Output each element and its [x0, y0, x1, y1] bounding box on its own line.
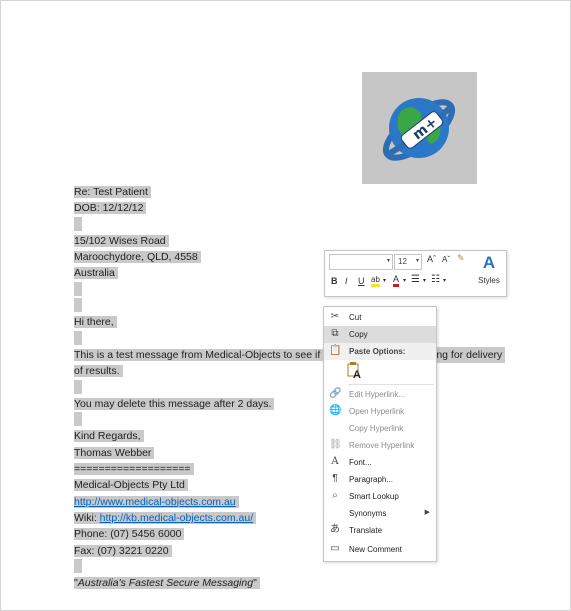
- menu-item-paragraph[interactable]: ¶ Paragraph...: [324, 471, 436, 488]
- chevron-down-icon[interactable]: ▾: [423, 277, 426, 284]
- menu-item-synonyms[interactable]: Synonyms ▶: [324, 505, 436, 522]
- styles-icon: A: [482, 253, 496, 272]
- doc-blank-line: [74, 298, 514, 314]
- doc-line: You may delete this message after 2 days…: [74, 396, 514, 412]
- doc-line: Re: Test Patient: [74, 184, 514, 200]
- menu-item-copy-hyperlink[interactable]: Copy Hyperlink: [324, 420, 436, 437]
- chevron-down-icon[interactable]: ▾: [443, 277, 446, 284]
- doc-blank-line: [74, 558, 514, 575]
- highlight-button[interactable]: ab: [371, 275, 380, 287]
- paste-icon: 📋: [329, 345, 342, 356]
- doc-line: "Australia's Fastest Secure Messaging": [74, 575, 514, 591]
- document-body[interactable]: Re: Test Patient DOB: 12/12/12 15/102 Wi…: [74, 184, 514, 591]
- doc-blank-line: [74, 330, 514, 347]
- paste-keep-text-only-button[interactable]: A: [346, 361, 363, 381]
- tagline: Australia's Fastest Secure Messaging: [77, 577, 254, 590]
- styles-button[interactable]: A Styles: [475, 253, 503, 293]
- underline-button[interactable]: U: [358, 276, 365, 286]
- doc-line: Fax: (07) 3221 0220: [74, 543, 514, 559]
- doc-blank-line: [74, 379, 514, 396]
- numbering-icon[interactable]: ☷: [431, 274, 440, 285]
- doc-line: Kind Regards,: [74, 428, 514, 444]
- font-color-button[interactable]: A: [393, 274, 400, 287]
- doc-blank-line: [74, 216, 514, 233]
- doc-line: Thomas Webber: [74, 445, 514, 461]
- menu-header-paste-options: 📋 Paste Options:: [324, 343, 436, 360]
- chevron-down-icon: ▾: [386, 258, 390, 264]
- doc-line: Wiki: http://kb.medical-objects.com.au/: [74, 510, 514, 526]
- copy-icon: ⧉: [331, 328, 339, 339]
- menu-item-smart-lookup[interactable]: ⌕ Smart Lookup: [324, 488, 436, 505]
- doc-line: Medical-Objects Pty Ltd: [74, 477, 514, 493]
- doc-line: Hi there,: [74, 314, 514, 330]
- doc-line: Phone: (07) 5456 6000: [74, 526, 514, 542]
- open-hyperlink-icon: 🌐: [329, 405, 342, 416]
- menu-item-copy[interactable]: ⧉ Copy: [324, 326, 436, 343]
- menu-item-cut[interactable]: ✂ Cut: [324, 309, 436, 326]
- font-size-box[interactable]: 12 ▾: [394, 254, 422, 270]
- chevron-down-icon: ▾: [415, 258, 419, 264]
- menu-item-open-hyperlink[interactable]: 🌐 Open Hyperlink: [324, 403, 436, 420]
- paragraph-icon: ¶: [332, 473, 338, 484]
- menu-item-font[interactable]: A Font...: [324, 454, 436, 471]
- translate-icon: あ: [330, 524, 340, 535]
- mini-toolbar: ▾ 12 ▾ Aˆ Aˇ ✎ B I U ab ▾ A ▾ ☰ ▾ ☷ ▾ A …: [324, 250, 507, 297]
- medical-objects-logo: m +: [362, 72, 477, 184]
- context-menu: ✂ Cut ⧉ Copy 📋 Paste Options: A 🔗 Edit H…: [323, 306, 437, 562]
- doc-blank-line: [74, 412, 514, 428]
- menu-item-new-comment[interactable]: ▭ New Comment: [324, 541, 436, 558]
- doc-line: http://www.medical-objects.com.au: [74, 494, 514, 510]
- wiki-link[interactable]: http://kb.medical-objects.com.au/: [100, 512, 254, 524]
- menu-item-translate[interactable]: あ Translate: [324, 522, 436, 539]
- smart-lookup-icon: ⌕: [332, 490, 338, 501]
- remove-hyperlink-icon: ⛓: [329, 439, 342, 450]
- doc-line: of results.: [74, 363, 514, 379]
- document-page[interactable]: m + Re: Test Patient DOB: 12/12/12 15/10…: [0, 0, 571, 611]
- edit-hyperlink-icon: 🔗: [329, 388, 342, 399]
- italic-button[interactable]: I: [345, 276, 348, 286]
- scissors-icon: ✂: [330, 311, 340, 322]
- doc-line: ===================: [74, 461, 514, 477]
- chevron-right-icon: ▶: [424, 509, 430, 516]
- menu-item-remove-hyperlink[interactable]: ⛓ Remove Hyperlink: [324, 437, 436, 454]
- chevron-down-icon[interactable]: ▾: [383, 277, 386, 284]
- menu-separator: [348, 384, 434, 385]
- bold-button[interactable]: B: [331, 276, 338, 286]
- chevron-down-icon[interactable]: ▾: [403, 277, 406, 284]
- font-name-box[interactable]: ▾: [329, 254, 393, 270]
- grow-font-button[interactable]: Aˆ: [427, 254, 436, 264]
- clear-formatting-icon[interactable]: ✎: [457, 253, 465, 264]
- website-link[interactable]: http://www.medical-objects.com.au: [74, 496, 236, 508]
- font-icon: A: [331, 456, 339, 467]
- doc-line: DOB: 12/12/12: [74, 200, 514, 216]
- doc-line: This is a test message from Medical-Obje…: [74, 346, 514, 364]
- shrink-font-button[interactable]: Aˇ: [442, 255, 450, 264]
- bullets-icon[interactable]: ☰: [411, 274, 420, 285]
- menu-item-edit-hyperlink[interactable]: 🔗 Edit Hyperlink...: [324, 386, 436, 403]
- new-comment-icon: ▭: [330, 543, 340, 554]
- doc-line: 15/102 Wises Road: [74, 233, 514, 249]
